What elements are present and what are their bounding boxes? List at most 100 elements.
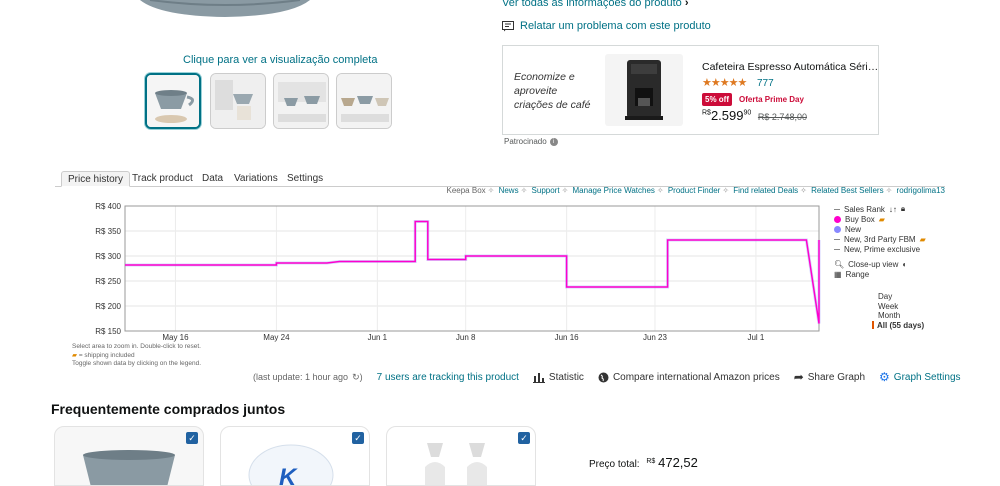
range-all[interactable]: All (55 days) [872,321,924,331]
tab-variations[interactable]: Variations [228,171,284,187]
chevron-right-icon: › [684,0,689,9]
fbt-checkbox-3[interactable]: ✓ [518,432,530,444]
product-main-image[interactable] [140,0,310,18]
see-all-label: Ver todas as informações do produto [502,0,682,9]
chart-legend: Sales Rank ↓↑ 🔒︎ Buy Box ▰ New New, 3rd … [834,204,926,279]
full-preview-link[interactable]: Clique para ver a visualização completa [183,54,377,66]
legend-new-3p-fbm[interactable]: New, 3rd Party FBM ▰ [834,234,926,244]
fbt-item-3[interactable]: ✓ [386,426,536,486]
share-graph-button[interactable]: ➦ Share Graph [794,370,865,384]
sponsored-text: Patrocinado [504,137,547,146]
legend-label: New, 3rd Party FBM [844,234,916,244]
tracking-text: 7 users are tracking this product [376,371,519,383]
fbt-item-2[interactable]: ✓ K [220,426,370,486]
range-label-row: ▦ Range [834,269,926,279]
toggle-icon[interactable]: ◐ [902,260,907,269]
tracking-link[interactable]: 7 users are tracking this product [377,372,519,383]
closeup-toggle[interactable]: 🔍︎ Close-up view ◐ [834,259,926,269]
range-month[interactable]: Month [878,311,930,321]
total-label: Preço total: [589,459,640,470]
fbt-checkbox-2[interactable]: ✓ [352,432,364,444]
x-tick-label: Jun 23 [643,333,668,342]
legend-buy-box[interactable]: Buy Box ▰ [834,214,926,224]
compare-prices-button[interactable]: Compare international Amazon prices [598,372,780,383]
range-day[interactable]: Day [878,292,930,302]
tab-price-history[interactable]: Price history [61,171,131,187]
user-link[interactable]: rodrigolima13 [897,186,945,195]
price-history-chart[interactable]: R$ 400 R$ 350 R$ 300 R$ 250 R$ 200 R$ 150 May… [60,196,830,344]
ad-product-image[interactable] [605,54,683,126]
tab-data[interactable]: Data [196,171,229,187]
x-tick-label: May 16 [162,333,189,342]
new-swatch [834,225,841,233]
compare-label: Compare international Amazon prices [612,371,780,383]
see-all-info-link[interactable]: Ver todas as informações do produto › [502,0,689,9]
thumbnail-3[interactable] [273,73,329,129]
thumbnail-2[interactable] [210,73,266,129]
x-tick-label: May 24 [263,333,290,342]
related-deals-link[interactable]: Find related Deals [733,186,798,195]
magnifier-icon: 🔍︎ [834,259,845,269]
ad-product-title[interactable]: Cafeteira Espresso Automática Séri… [702,61,878,73]
refresh-icon[interactable]: ↻) [352,372,363,383]
series-buy-box-line[interactable] [125,220,820,324]
thumbnail-4[interactable] [336,73,392,129]
feedback-icon [502,20,514,31]
last-update[interactable]: (last update: 1 hour ago ↻) [253,372,363,383]
chart-help-text: Select area to zoom in. Double-click to … [72,343,201,369]
report-problem-link[interactable]: Relatar um problema com este produto [502,20,711,32]
chart-plot-area[interactable] [124,205,820,332]
range-label: Range [845,269,870,279]
range-week[interactable]: Week [878,302,930,312]
graph-settings-label: Graph Settings [893,371,961,383]
keepa-box-link[interactable]: Keepa Box [447,186,486,195]
fbt-item-1[interactable]: ✓ [54,426,204,486]
price-watches-link[interactable]: Manage Price Watches [573,186,655,195]
product-finder-link[interactable]: Product Finder [668,186,720,195]
share-label: Share Graph [807,371,866,383]
sponsored-ad-card[interactable]: Economize e aproveite criações de café C… [502,45,879,135]
dripper-with-cup-image [211,74,265,128]
tab-settings[interactable]: Settings [281,171,329,187]
y-tick-label: R$ 200 [95,302,121,311]
info-icon[interactable]: i [549,137,558,146]
best-sellers-link[interactable]: Related Best Sellers [811,186,883,195]
truck-icon: ▰ [919,234,926,244]
legend-label: New [845,224,862,234]
star-rating-icon[interactable]: ★★★★★ [702,76,747,89]
coffee-filters-image: K [248,444,334,486]
sponsored-label: Patrocinado i [504,137,558,146]
ad-price: R$2.59990 R$ 2.748,00 [702,108,807,123]
range-all-label: All (55 days) [877,320,925,330]
tab-track-product[interactable]: Track product [126,171,199,187]
gear-icon: ⚙ [879,370,890,384]
svg-text:K: K [279,464,298,486]
rating-count[interactable]: 777 [757,78,774,89]
legend-new[interactable]: New [834,224,926,234]
news-link[interactable]: News [499,186,519,195]
fbt-checkbox-1[interactable]: ✓ [186,432,198,444]
support-link[interactable]: Support [532,186,560,195]
closeup-label: Close-up view [848,259,899,269]
calendar-icon: ▦ [834,269,842,279]
help-line-3: Toggle shown data by clicking on the leg… [72,360,202,367]
frequently-bought-title: Frequentemente comprados juntos [51,401,286,417]
fbm-swatch [834,238,840,240]
bar-chart-icon [532,372,545,383]
sort-icon: ↓↑ [888,204,897,214]
legend-sales-rank[interactable]: Sales Rank ↓↑ 🔒︎ [834,204,926,214]
statistic-button[interactable]: Statistic [532,372,584,383]
y-tick-label: R$ 300 [95,252,121,261]
keepa-tab-bar: Price history Track product Data Variati… [55,171,945,187]
keepa-links: Keepa Box ✧ News ✧ Support ✧ Manage Price W… [446,186,946,195]
dripper-set-image [274,74,328,128]
glass-servers-image [425,443,487,485]
last-update-text: (last update: 1 hour ago [253,372,349,382]
globe-icon [598,372,609,382]
thumbnail-1[interactable] [145,73,201,129]
help-shipping-text: = shipping included [78,351,135,359]
y-tick-label: R$ 250 [95,277,121,286]
series-new-line[interactable] [125,220,821,324]
graph-settings-button[interactable]: ⚙ Graph Settings [879,370,960,384]
legend-new-prime[interactable]: New, Prime exclusive [834,244,926,254]
